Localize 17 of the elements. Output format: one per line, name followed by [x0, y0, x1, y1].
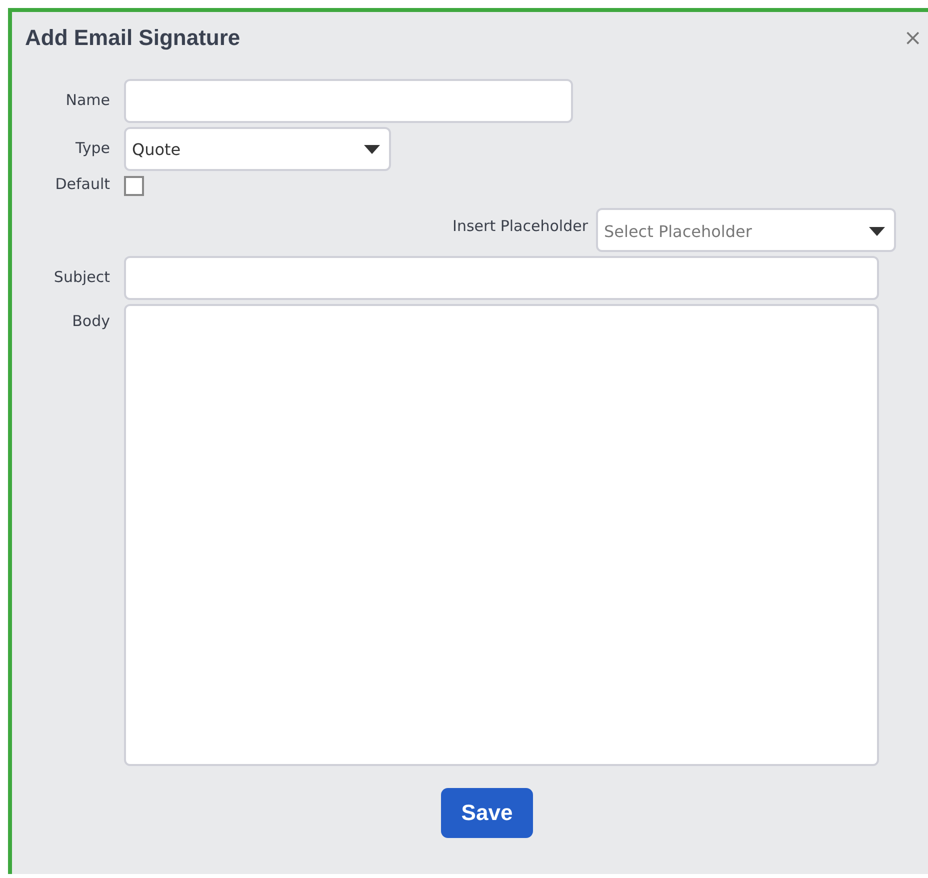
field-label: Subject	[54, 267, 110, 286]
field-label: Insert Placeholder	[452, 216, 588, 235]
body-textarea[interactable]	[124, 304, 879, 766]
field-label: Name	[66, 90, 110, 109]
name-input[interactable]	[124, 79, 573, 123]
dropdown-caret-icon	[364, 144, 380, 154]
type-dropdown[interactable]: Quote	[124, 127, 391, 171]
dropdown-caret-icon	[869, 226, 885, 236]
subject-input[interactable]	[124, 256, 879, 300]
save-button[interactable]: Save	[441, 788, 533, 838]
dialog-title: Add Email Signature	[25, 25, 240, 51]
close-button[interactable]: ×	[904, 26, 922, 50]
field-label: Default	[55, 175, 110, 193]
placeholder-dropdown[interactable]: Select Placeholder	[596, 208, 896, 252]
default-checkbox[interactable]	[124, 176, 144, 196]
field-label: Type	[76, 138, 110, 157]
field-label: Body	[72, 311, 110, 330]
